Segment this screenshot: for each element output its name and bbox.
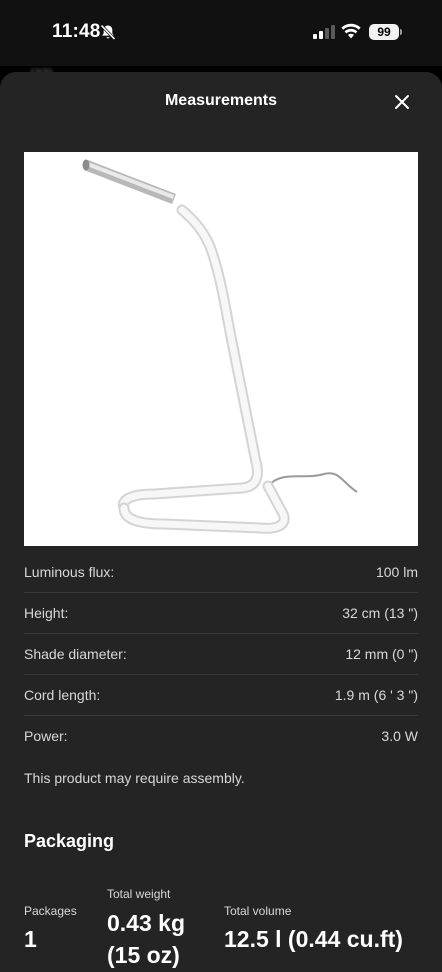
spec-value: 3.0 W bbox=[381, 728, 418, 744]
measurements-sheet: Measurements Luminous flux: 100 lm Heigh… bbox=[0, 72, 442, 972]
wifi-icon bbox=[341, 23, 361, 39]
sheet-title: Measurements bbox=[164, 92, 278, 109]
product-image bbox=[24, 152, 418, 546]
total-weight-value: 0.43 kg bbox=[107, 910, 185, 936]
spec-label: Power: bbox=[24, 728, 68, 744]
close-button[interactable] bbox=[390, 90, 414, 114]
spec-label: Cord length: bbox=[24, 687, 101, 703]
status-time: 11:48 bbox=[52, 21, 101, 42]
status-bar: 11:48 99 bbox=[0, 0, 442, 66]
spec-value: 100 lm bbox=[375, 564, 418, 580]
spec-label: Shade diameter: bbox=[24, 646, 127, 662]
bell-muted-icon bbox=[100, 24, 116, 41]
spec-value: 12 mm (0 ") bbox=[345, 646, 418, 662]
packaging-heading: Packaging bbox=[24, 831, 115, 851]
spec-label: Height: bbox=[24, 605, 69, 621]
assembly-note: This product may require assembly. bbox=[24, 770, 245, 786]
total-volume-value: 12.5 l (0.44 cu.ft) bbox=[224, 926, 403, 952]
spec-row-power: Power: 3.0 W bbox=[24, 716, 418, 756]
spec-row-luminous-flux: Luminous flux: 100 lm bbox=[24, 552, 418, 593]
spec-row-shade-diameter: Shade diameter: 12 mm (0 ") bbox=[24, 634, 418, 675]
total-volume-label: Total volume bbox=[224, 904, 292, 918]
total-weight-label: Total weight bbox=[107, 887, 171, 901]
spec-value: 1.9 m (6 ' 3 ") bbox=[334, 687, 418, 703]
battery-indicator: 99 bbox=[369, 24, 402, 40]
close-icon bbox=[395, 95, 409, 109]
desk-lamp-illustration bbox=[82, 159, 358, 534]
spec-value: 32 cm (13 ") bbox=[342, 605, 418, 621]
packages-value: 1 bbox=[24, 926, 37, 952]
spec-row-height: Height: 32 cm (13 ") bbox=[24, 593, 418, 634]
spec-row-cord-length: Cord length: 1.9 m (6 ' 3 ") bbox=[24, 675, 418, 716]
measurements-list: Luminous flux: 100 lm Height: 32 cm (13 … bbox=[24, 552, 418, 756]
cellular-signal-icon bbox=[313, 25, 335, 39]
packages-label: Packages bbox=[24, 904, 77, 918]
spec-label: Luminous flux: bbox=[24, 564, 115, 580]
total-weight-imperial: (15 oz) bbox=[107, 942, 180, 968]
